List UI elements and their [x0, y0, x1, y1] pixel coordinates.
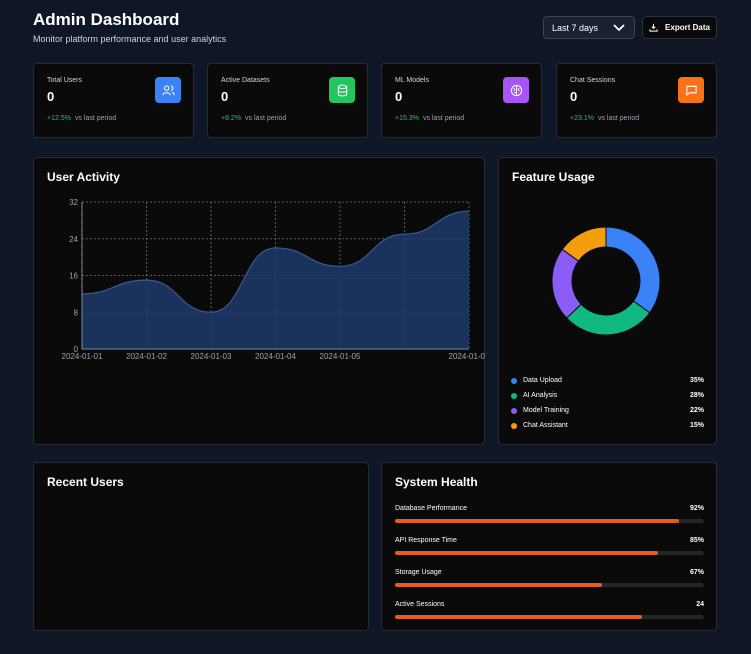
health-metric: Database Performance 92% [395, 505, 704, 523]
health-metric: API Response Time 85% [395, 537, 704, 555]
stat-change: +23.1% vs last period [570, 115, 639, 122]
feature-usage-card: Feature Usage Data Upload 35% AI Analysi… [498, 157, 717, 445]
legend-label: Data Upload [523, 377, 562, 384]
stat-card-total-users: Total Users 0 +12.5% vs last period [33, 63, 194, 138]
brain-icon [503, 77, 529, 103]
stat-change-suffix: vs last period [597, 115, 640, 122]
legend-label: Model Training [523, 407, 569, 414]
export-data-button[interactable]: Export Data [642, 16, 717, 39]
y-tick-label: 16 [69, 272, 78, 281]
health-value: 92% [689, 505, 704, 512]
page-subtitle: Monitor platform performance and user an… [33, 34, 227, 44]
stat-value: 0 [570, 89, 578, 104]
stat-label: ML Models [395, 77, 429, 84]
feature-usage-donut [551, 226, 661, 336]
stat-change-suffix: vs last period [245, 115, 287, 122]
legend-dot [511, 407, 517, 414]
health-progress-track [395, 615, 704, 619]
health-progress-fill [395, 615, 643, 619]
stat-change-value: +15.3% [395, 115, 419, 122]
user-activity-chart: 081624322024-01-01 2024-01-02 2024-01-03 20… [62, 198, 486, 361]
y-tick-label: 24 [69, 235, 78, 244]
stat-label: Active Datasets [221, 77, 270, 84]
donut-slice [605, 226, 661, 314]
legend-dot [511, 422, 517, 429]
stat-value: 0 [47, 89, 55, 104]
recent-users-card: Recent Users [33, 462, 369, 631]
health-metric: Storage Usage 67% [395, 569, 704, 587]
x-tick-label: 2024-01-07 [449, 352, 486, 361]
health-progress-fill [395, 551, 658, 555]
y-tick-label: 8 [74, 308, 79, 317]
system-health-title: System Health [395, 475, 478, 489]
legend-item: Chat Assistant 15% [511, 422, 704, 429]
x-tick-label: 2024-01-04 [255, 352, 296, 361]
stat-label: Chat Sessions [570, 77, 616, 84]
stat-value: 0 [221, 89, 229, 104]
stat-label: Total Users [47, 77, 83, 84]
health-progress-fill [395, 583, 603, 587]
date-range-value: Last 7 days [552, 22, 599, 33]
legend-label: AI Analysis [523, 392, 558, 399]
legend-dot [511, 377, 517, 384]
database-icon [329, 77, 355, 103]
user-activity-card: User Activity 0 8 16 24 32 2024-01-01 2024-01-… [33, 157, 486, 445]
legend-value: 22% [689, 407, 704, 414]
health-progress-track [395, 551, 704, 555]
health-value: 67% [689, 569, 704, 576]
message-icon [678, 77, 704, 103]
health-label: Storage Usage [395, 569, 442, 576]
legend-value: 28% [689, 392, 704, 399]
health-progress-track [395, 583, 704, 587]
stat-change-value: +23.1% [570, 115, 594, 122]
stat-change-suffix: vs last period [74, 115, 117, 122]
legend-item: Model Training 22% [511, 407, 704, 414]
legend-value: 35% [689, 377, 704, 384]
health-value: 85% [689, 537, 704, 544]
x-tick-label: 2024-01-03 [191, 352, 232, 361]
stat-change: +15.3% vs last period [395, 115, 464, 122]
date-range-select[interactable]: Last 7 days [543, 16, 635, 39]
legend-dot [511, 392, 517, 399]
x-tick-label: 2024-01-05 [320, 352, 361, 361]
chevron-down-icon [613, 23, 625, 31]
stat-change: +12.5% vs last period [47, 115, 116, 122]
health-value: 24 [696, 601, 704, 608]
stat-card-active-datasets: Active Datasets 0 +8.2% vs last period [207, 63, 368, 138]
legend-item: Data Upload 35% [511, 377, 704, 384]
stat-change-value: +12.5% [47, 115, 71, 122]
health-progress-fill [395, 519, 680, 523]
health-label: API Response Time [395, 537, 457, 544]
legend-value: 15% [689, 422, 704, 429]
health-metric: Active Sessions 24 [395, 601, 704, 619]
x-tick-label: 2024-01-02 [126, 352, 167, 361]
y-tick-label: 32 [69, 198, 78, 207]
x-tick-label: 2024-01-01 [62, 352, 103, 361]
legend-item: AI Analysis 28% [511, 392, 704, 399]
health-label: Active Sessions [395, 601, 445, 608]
recent-users-title: Recent Users [47, 475, 124, 489]
download-icon [649, 23, 658, 32]
stat-value: 0 [395, 89, 403, 104]
page-title: Admin Dashboard [33, 10, 180, 29]
stat-card-chat-sessions: Chat Sessions 0 +23.1% vs last period [556, 63, 717, 138]
stat-change-suffix: vs last period [422, 115, 465, 122]
health-label: Database Performance [395, 505, 467, 512]
health-progress-track [395, 519, 704, 523]
stat-change: +8.2% vs last period [221, 115, 286, 122]
users-icon [155, 77, 181, 103]
legend-label: Chat Assistant [523, 422, 568, 429]
system-health-card: System Health Database Performance 92% AP… [381, 462, 717, 631]
stat-card-ml-models: ML Models 0 +15.3% vs last period [381, 63, 542, 138]
stat-change-value: +8.2% [221, 115, 242, 122]
export-data-label: Export Data [665, 23, 710, 32]
